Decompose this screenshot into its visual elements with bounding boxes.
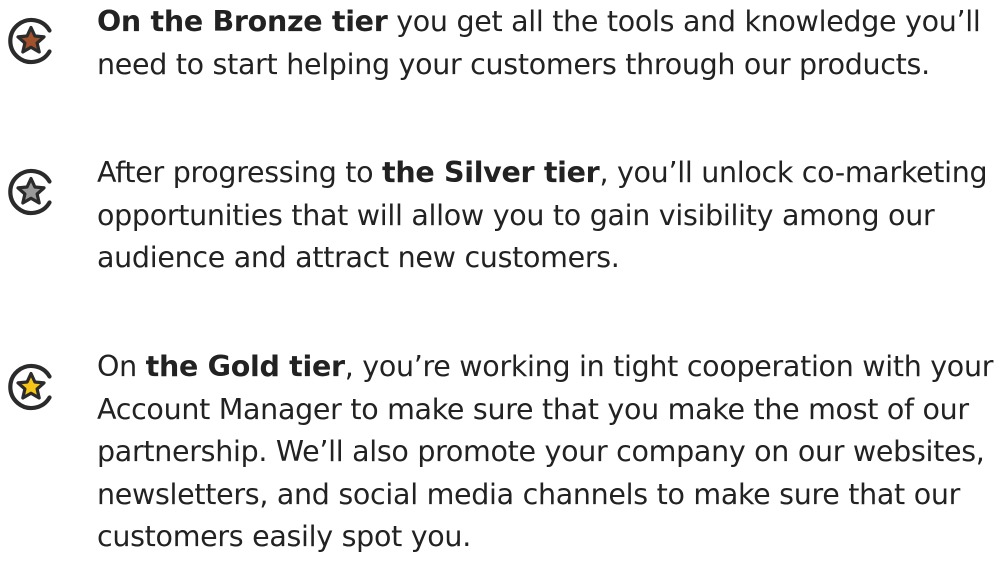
tier-silver-description: After progressing to the Silver tier, yo…: [97, 152, 1002, 280]
tier-text-line: newsletters, and social media channels t…: [97, 477, 961, 511]
tier-text-line: audience and attract new customers.: [97, 241, 620, 274]
gold-star-badge-icon: [5, 361, 57, 413]
tier-text-line: customers easily spot you.: [97, 520, 471, 553]
tier-gold-description: On the Gold tier, you’re working in tigh…: [97, 346, 1002, 559]
tier-name-gold: the Gold tier: [145, 350, 345, 383]
tier-text-line: On the Bronze tier you get all the tools…: [97, 5, 981, 38]
tier-name-bronze: On the Bronze tier: [97, 5, 388, 38]
tier-text-line: Account Manager to make sure that you ma…: [97, 392, 969, 426]
tier-text-line: need to start helping your customers thr…: [97, 47, 930, 81]
tier-name-silver: the Silver tier: [382, 156, 600, 189]
tier-text-line: opportunities that will allow you to gai…: [97, 198, 935, 232]
tier-bronze-description: On the Bronze tier you get all the tools…: [97, 1, 1002, 86]
tier-text-line: partnership. We’ll also promote your com…: [97, 435, 985, 468]
tier-text-line: After progressing to the Silver tier, yo…: [97, 156, 988, 189]
bronze-star-badge-icon: [5, 15, 57, 67]
silver-star-badge-icon: [5, 166, 57, 218]
tier-text-line: On the Gold tier, you’re working in tigh…: [97, 350, 994, 383]
